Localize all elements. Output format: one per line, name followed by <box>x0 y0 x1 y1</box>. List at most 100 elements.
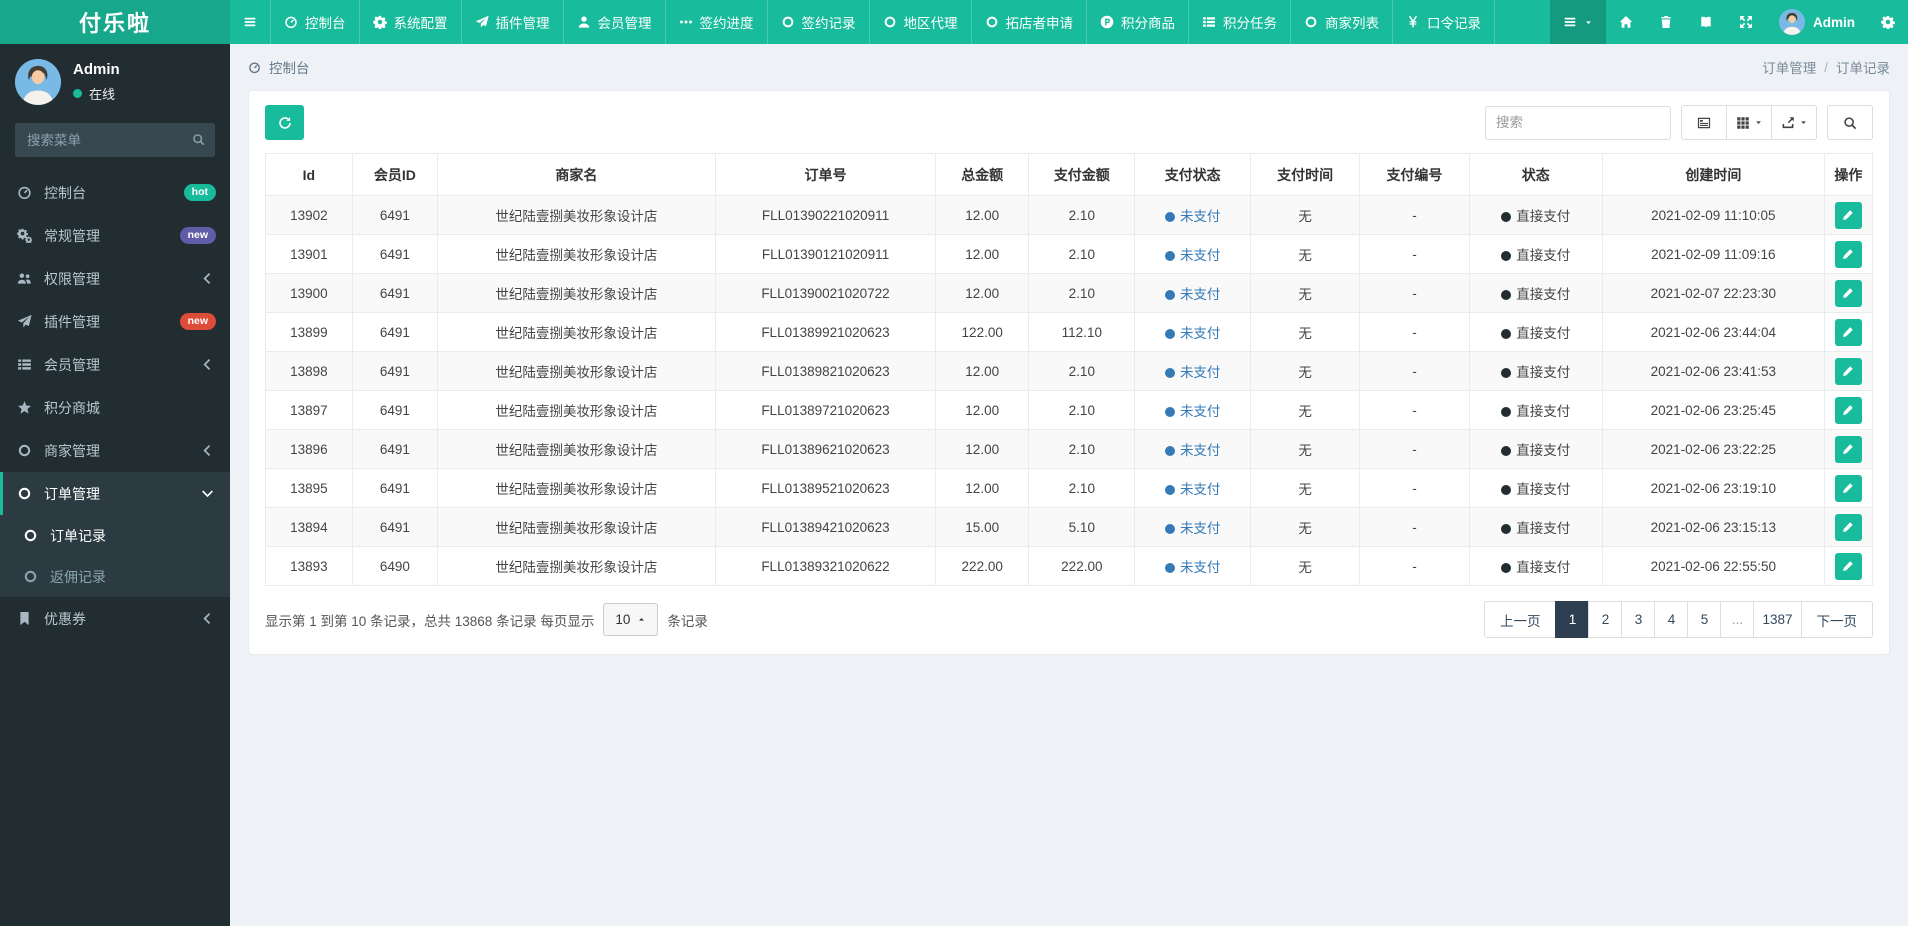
col-pay-no[interactable]: 支付编号 <box>1359 153 1470 196</box>
export-button[interactable] <box>1771 105 1817 140</box>
page-5[interactable]: 5 <box>1687 601 1722 638</box>
breadcrumb-parent[interactable]: 订单管理 <box>1762 57 1816 77</box>
pay-status-link[interactable]: 未支付 <box>1180 482 1221 497</box>
page-3[interactable]: 3 <box>1621 601 1656 638</box>
page-next[interactable]: 下一页 <box>1800 601 1873 638</box>
nav-item-merchant-list[interactable]: 商家列表 <box>1291 0 1393 44</box>
pay-status-link[interactable]: 未支付 <box>1180 365 1221 380</box>
cell-member-id: 6491 <box>351 468 438 508</box>
pay-status-link[interactable]: 未支付 <box>1180 560 1221 575</box>
nav-item-sign-progress[interactable]: 签约进度 <box>666 0 768 44</box>
col-id[interactable]: Id <box>265 153 353 196</box>
edit-button[interactable] <box>1834 513 1862 541</box>
page-1387[interactable]: 1387 <box>1753 601 1802 638</box>
col-pay-time[interactable]: 支付时间 <box>1250 153 1361 196</box>
page-size-select[interactable]: 10 <box>603 603 659 636</box>
records-info-prefix: 显示第 1 到第 10 条记录，总共 13868 条记录 每页显示 <box>265 613 595 629</box>
cell-merchant: 世纪陆壹捌美妆形象设计店 <box>436 195 716 235</box>
user-menu[interactable]: Admin <box>1766 0 1868 44</box>
edit-button[interactable] <box>1834 435 1862 463</box>
brand-logo[interactable]: 付乐啦 <box>0 0 230 44</box>
nav-item-member-manage[interactable]: 会员管理 <box>564 0 666 44</box>
sidebar-search-input[interactable] <box>15 123 215 157</box>
toggle-detail-view-button[interactable] <box>1681 105 1727 140</box>
col-merchant[interactable]: 商家名 <box>436 153 716 196</box>
pay-status-dot <box>1164 329 1175 339</box>
cell-pay-status: 未支付 <box>1134 312 1252 352</box>
edit-button[interactable] <box>1834 552 1862 580</box>
pay-status-link[interactable]: 未支付 <box>1180 443 1221 458</box>
pay-status-link[interactable]: 未支付 <box>1180 521 1221 536</box>
col-total[interactable]: 总金额 <box>935 153 1030 196</box>
nav-item-password-records[interactable]: 口令记录 <box>1393 0 1495 44</box>
sidebar-item-auth-manage[interactable]: 权限管理 <box>0 257 230 300</box>
col-pay-status[interactable]: 支付状态 <box>1134 153 1252 196</box>
nav-item-sign-records[interactable]: 签约记录 <box>768 0 870 44</box>
sidebar-item-order-records[interactable]: 订单记录 <box>0 515 230 556</box>
page-4[interactable]: 4 <box>1654 601 1689 638</box>
edit-button[interactable] <box>1834 318 1862 346</box>
badge-new: new <box>179 227 216 244</box>
clear-cache-button[interactable] <box>1646 0 1686 44</box>
edit-button[interactable] <box>1834 357 1862 385</box>
pay-status-link[interactable]: 未支付 <box>1180 404 1221 419</box>
sidebar-item-merchant-manage[interactable]: 商家管理 <box>0 429 230 472</box>
search-button[interactable] <box>1827 105 1873 140</box>
cell-id: 13896 <box>265 429 353 469</box>
pay-status-link[interactable]: 未支付 <box>1180 248 1221 263</box>
col-created[interactable]: 创建时间 <box>1601 153 1825 196</box>
sidebar-item-rebate-records[interactable]: 返佣记录 <box>0 556 230 597</box>
edit-button[interactable] <box>1834 279 1862 307</box>
cell-created: 2021-02-06 23:44:04 <box>1601 312 1825 352</box>
nav-item-label: 签约进度 <box>699 16 754 31</box>
ellipsis-icon <box>679 15 693 29</box>
edit-button[interactable] <box>1834 240 1862 268</box>
nav-menu-dropdown[interactable] <box>1550 0 1606 44</box>
gauge-icon <box>15 185 33 200</box>
home-button[interactable] <box>1606 0 1646 44</box>
col-paid[interactable]: 支付金额 <box>1028 153 1136 196</box>
pay-status-link[interactable]: 未支付 <box>1180 209 1221 224</box>
sidebar-item-points-mall[interactable]: 积分商城 <box>0 386 230 429</box>
nav-item-area-agent[interactable]: 地区代理 <box>870 0 972 44</box>
pay-status-link[interactable]: 未支付 <box>1180 326 1221 341</box>
sidebar-item-coupons[interactable]: 优惠券 <box>0 597 230 640</box>
cell-paid: 2.10 <box>1028 429 1136 469</box>
col-order-no[interactable]: 订单号 <box>714 153 937 196</box>
nav-item-shop-applications[interactable]: 拓店者申请 <box>972 0 1087 44</box>
nav-item-system-config[interactable]: 系统配置 <box>360 0 462 44</box>
page-1[interactable]: 1 <box>1555 601 1590 638</box>
user-status: 在线 <box>73 84 120 103</box>
cell-total: 12.00 <box>935 195 1030 235</box>
sidebar-item-dashboard[interactable]: 控制台 hot <box>0 171 230 214</box>
pay-status-link[interactable]: 未支付 <box>1180 287 1221 302</box>
nav-item-points-tasks[interactable]: 积分任务 <box>1189 0 1291 44</box>
nav-item-dashboard[interactable]: 控制台 <box>271 0 360 44</box>
sidebar-item-plugin-manage[interactable]: 插件管理 new <box>0 300 230 343</box>
table-search-input[interactable] <box>1485 105 1671 140</box>
cell-action <box>1823 468 1874 508</box>
sidebar-toggle[interactable] <box>230 0 271 44</box>
cell-order-no: FLL01389421020623 <box>714 507 937 547</box>
docs-button[interactable] <box>1686 0 1726 44</box>
nav-item-plugin-manage[interactable]: 插件管理 <box>462 0 564 44</box>
page-prev[interactable]: 上一页 <box>1483 601 1557 638</box>
page-2[interactable]: 2 <box>1588 601 1623 638</box>
settings-button[interactable] <box>1868 0 1908 44</box>
edit-button[interactable] <box>1834 474 1862 502</box>
columns-button[interactable] <box>1726 105 1772 140</box>
edit-button[interactable] <box>1834 396 1862 424</box>
col-member-id[interactable]: 会员ID <box>351 153 438 196</box>
refresh-button[interactable] <box>265 105 304 140</box>
edit-button[interactable] <box>1834 201 1862 229</box>
cell-pay-status: 未支付 <box>1134 507 1252 547</box>
sidebar-item-order-manage[interactable]: 订单管理 <box>0 472 230 515</box>
search-icon[interactable] <box>192 133 205 146</box>
col-status[interactable]: 状态 <box>1468 153 1603 196</box>
fullscreen-button[interactable] <box>1726 0 1766 44</box>
col-action[interactable]: 操作 <box>1823 153 1874 196</box>
nav-item-points-goods[interactable]: 积分商品 <box>1087 0 1189 44</box>
sidebar-item-general-manage[interactable]: 常规管理 new <box>0 214 230 257</box>
circle-o-icon <box>985 15 999 29</box>
sidebar-item-member-manage[interactable]: 会员管理 <box>0 343 230 386</box>
